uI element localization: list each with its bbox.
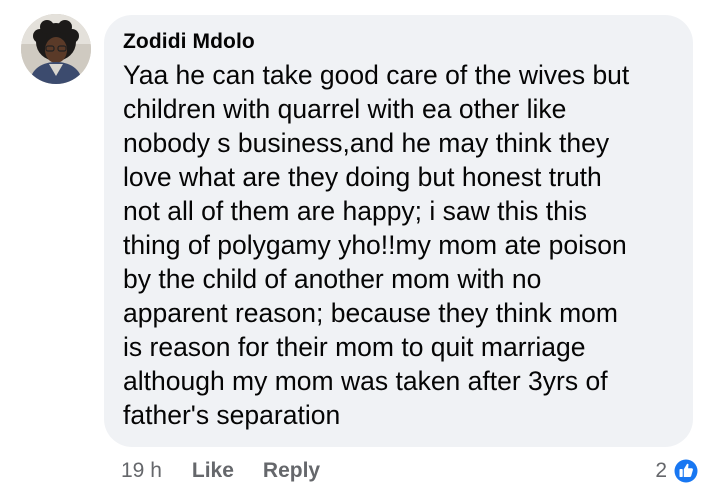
reaction-count: 2 xyxy=(655,459,667,482)
comment-author-name[interactable]: Zodidi Mdolo xyxy=(123,29,675,55)
reaction-summary[interactable]: 2 xyxy=(655,455,700,487)
comment-text: Yaa he can take good care of the wives b… xyxy=(123,60,630,430)
comment-bubble: Zodidi Mdolo Yaa he can take good care o… xyxy=(104,15,693,447)
avatar[interactable] xyxy=(21,14,91,84)
like-reaction-icon xyxy=(673,458,699,484)
profile-photo-icon xyxy=(21,14,91,84)
reply-button[interactable]: Reply xyxy=(263,459,320,483)
like-button[interactable]: Like xyxy=(192,459,234,483)
comment-timestamp[interactable]: 19 h xyxy=(121,459,162,483)
comment-screen: Zodidi Mdolo Yaa he can take good care o… xyxy=(0,0,720,500)
comment-actions: 19 h Like Reply xyxy=(121,456,320,486)
